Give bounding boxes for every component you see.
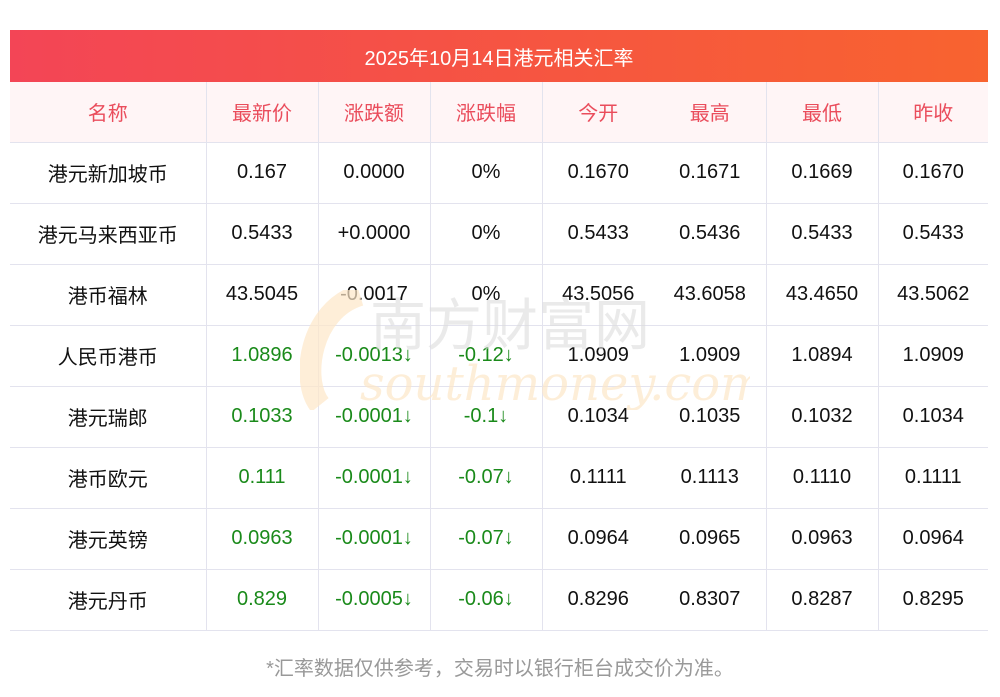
cell-latest: 0.167 (206, 142, 319, 204)
cell-high: 0.1113 (654, 447, 767, 509)
cell-low: 0.8287 (766, 569, 879, 631)
cell-open: 0.0964 (542, 508, 654, 570)
cell-open: 0.1670 (542, 142, 654, 204)
column-header: 最低 (766, 82, 879, 143)
cell-name: 港元马来西亚币 (10, 203, 207, 265)
cell-prev: 0.1670 (878, 142, 988, 204)
table-row: 港元瑞郎 0.1033 -0.0001↓ -0.1↓ 0.1034 0.1035 0.103… (10, 386, 988, 448)
cell-change: -0.0001↓ (318, 508, 431, 570)
column-header: 最高 (654, 82, 767, 143)
cell-prev: 0.0964 (878, 508, 988, 570)
cell-change: -0.0017 (318, 264, 431, 326)
column-header: 涨跌额 (318, 82, 431, 143)
cell-low: 0.5433 (766, 203, 879, 265)
cell-high: 0.1671 (654, 142, 767, 204)
cell-name: 港币福林 (10, 264, 207, 326)
cell-open: 43.5056 (542, 264, 654, 326)
cell-latest: 1.0896 (206, 325, 319, 387)
cell-change: -0.0001↓ (318, 386, 431, 448)
table-row: 港元丹币 0.829 -0.0005↓ -0.06↓ 0.8296 0.8307 0.828… (10, 569, 988, 631)
cell-low: 0.1669 (766, 142, 879, 204)
cell-high: 1.0909 (654, 325, 767, 387)
cell-name: 港币欧元 (10, 447, 207, 509)
table-row: 人民币港币 1.0896 -0.0013↓ -0.12↓ 1.0909 1.0909 1.0… (10, 325, 988, 387)
cell-pct: -0.07↓ (430, 447, 543, 509)
cell-latest: 0.5433 (206, 203, 319, 265)
rate-table-panel: 2025年10月14日港元相关汇率 名称 最新价 涨跌额 涨跌幅 今开 最高 最低 昨收 港元… (10, 30, 988, 631)
cell-change: -0.0005↓ (318, 569, 431, 631)
cell-open: 0.5433 (542, 203, 654, 265)
cell-name: 港元瑞郎 (10, 386, 207, 448)
column-header: 昨收 (878, 82, 988, 143)
cell-change: -0.0013↓ (318, 325, 431, 387)
cell-name: 港元英镑 (10, 508, 207, 570)
column-header: 名称 (10, 82, 207, 143)
cell-name: 港元丹币 (10, 569, 207, 631)
cell-high: 43.6058 (654, 264, 767, 326)
cell-prev: 0.1111 (878, 447, 988, 509)
cell-latest: 0.829 (206, 569, 319, 631)
cell-low: 0.0963 (766, 508, 879, 570)
cell-change: -0.0001↓ (318, 447, 431, 509)
cell-latest: 0.1033 (206, 386, 319, 448)
disclaimer: *汇率数据仅供参考，交易时以银行柜台成交价为准。 (266, 658, 734, 680)
cell-low: 43.4650 (766, 264, 879, 326)
cell-prev: 0.1034 (878, 386, 988, 448)
cell-high: 0.5436 (654, 203, 767, 265)
cell-latest: 0.111 (206, 447, 319, 509)
cell-latest: 0.0963 (206, 508, 319, 570)
cell-high: 0.1035 (654, 386, 767, 448)
cell-pct: -0.07↓ (430, 508, 543, 570)
cell-change: +0.0000 (318, 203, 431, 265)
cell-pct: -0.1↓ (430, 386, 543, 448)
cell-pct: -0.06↓ (430, 569, 543, 631)
cell-low: 0.1032 (766, 386, 879, 448)
header-row: 名称 最新价 涨跌额 涨跌幅 今开 最高 最低 昨收 (10, 82, 988, 143)
cell-open: 0.8296 (542, 569, 654, 631)
cell-low: 1.0894 (766, 325, 879, 387)
table-row: 港币欧元 0.111 -0.0001↓ -0.07↓ 0.1111 0.1113 0.111… (10, 447, 988, 509)
cell-latest: 43.5045 (206, 264, 319, 326)
cell-low: 0.1110 (766, 447, 879, 509)
cell-open: 0.1111 (542, 447, 654, 509)
cell-prev: 0.8295 (878, 569, 988, 631)
cell-pct: 0% (430, 264, 543, 326)
table-row: 港元英镑 0.0963 -0.0001↓ -0.07↓ 0.0964 0.0965 0.09… (10, 508, 988, 570)
cell-pct: 0% (430, 203, 543, 265)
cell-name: 港元新加坡币 (10, 142, 207, 204)
table-title: 2025年10月14日港元相关汇率 (10, 30, 988, 82)
cell-prev: 0.5433 (878, 203, 988, 265)
column-header: 今开 (542, 82, 654, 143)
cell-prev: 1.0909 (878, 325, 988, 387)
cell-pct: 0% (430, 142, 543, 204)
cell-open: 1.0909 (542, 325, 654, 387)
cell-open: 0.1034 (542, 386, 654, 448)
cell-change: 0.0000 (318, 142, 431, 204)
column-header: 涨跌幅 (430, 82, 543, 143)
cell-prev: 43.5062 (878, 264, 988, 326)
cell-high: 0.8307 (654, 569, 767, 631)
rate-table: 名称 最新价 涨跌额 涨跌幅 今开 最高 最低 昨收 港元新加坡币 0.167 0.0000 0% 0… (10, 82, 988, 631)
column-header: 最新价 (206, 82, 319, 143)
cell-name: 人民币港币 (10, 325, 207, 387)
cell-high: 0.0965 (654, 508, 767, 570)
table-row: 港元新加坡币 0.167 0.0000 0% 0.1670 0.1671 0.1669 0.1… (10, 142, 988, 204)
table-row: 港元马来西亚币 0.5433 +0.0000 0% 0.5433 0.5436 0.5433… (10, 203, 988, 265)
table-row: 港币福林 43.5045 -0.0017 0% 43.5056 43.6058 43.465… (10, 264, 988, 326)
cell-pct: -0.12↓ (430, 325, 543, 387)
